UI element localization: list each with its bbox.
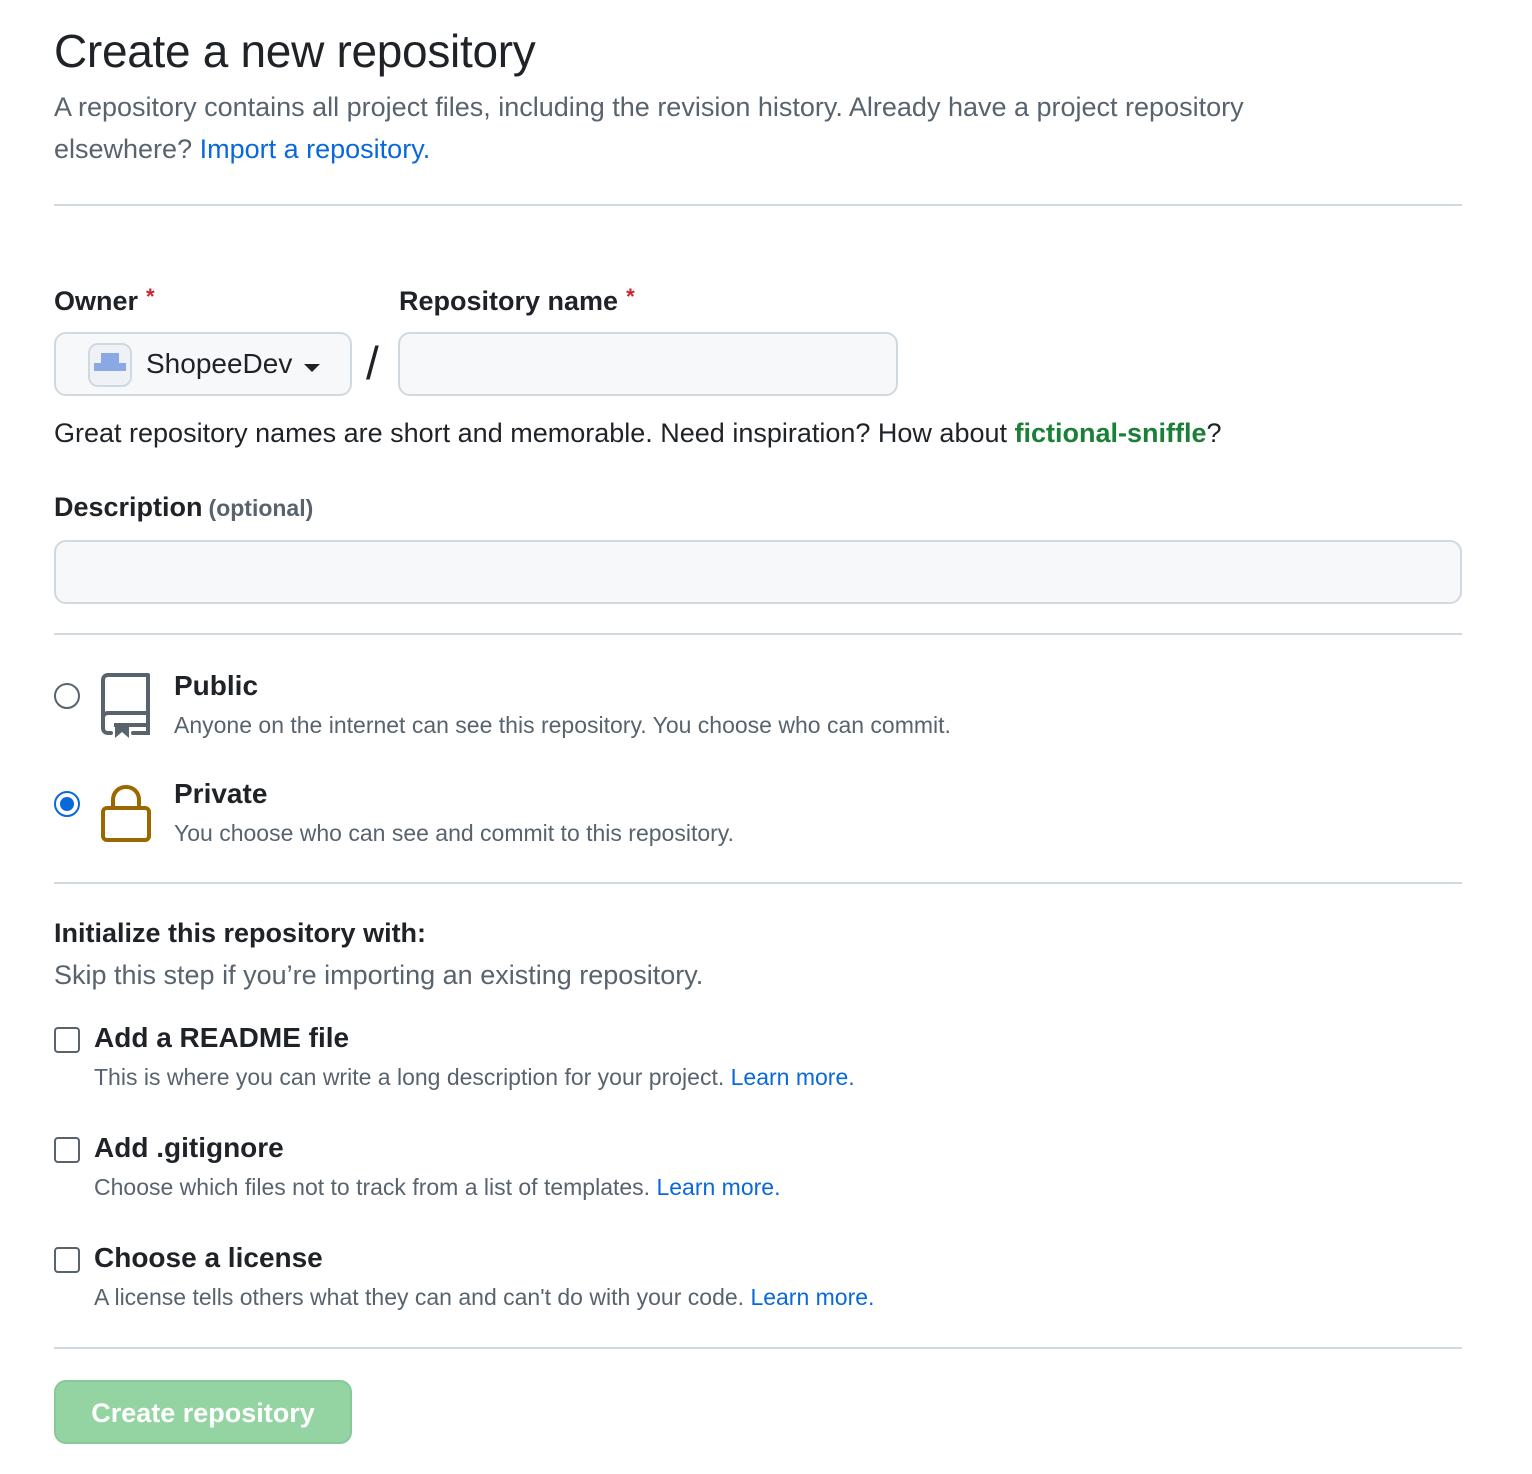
gitignore-title: Add .gitignore (94, 1132, 284, 1163)
initialize-divider (54, 1347, 1462, 1349)
owner-label: Owner * (54, 284, 155, 317)
description-divider (54, 633, 1462, 635)
license-desc: A license tells others what they can and… (94, 1284, 874, 1311)
gitignore-desc: Choose which files not to track from a l… (94, 1174, 780, 1201)
hint-suffix: ? (1206, 418, 1222, 448)
license-learn-more-link[interactable]: Learn more. (750, 1284, 874, 1310)
gitignore-checkbox[interactable] (54, 1137, 80, 1163)
license-desc-text: A license tells others what they can and… (94, 1284, 745, 1310)
visibility-divider (54, 882, 1462, 884)
initialize-title: Initialize this repository with: (54, 918, 427, 948)
create-repository-button[interactable]: Create repository (54, 1380, 352, 1444)
private-option-desc: You choose who can see and commit to thi… (174, 820, 734, 846)
owner-avatar (88, 343, 132, 387)
description-input[interactable] (54, 540, 1462, 604)
owner-dropdown[interactable]: ShopeeDev (54, 332, 352, 396)
public-option-desc: Anyone on the internet can see this repo… (174, 712, 951, 738)
readme-title: Add a README file (94, 1022, 350, 1053)
repo-icon (101, 673, 150, 738)
import-repository-link[interactable]: Import a repository. (200, 134, 431, 164)
license-checkbox[interactable] (54, 1247, 80, 1273)
readme-desc: This is where you can write a long descr… (94, 1064, 855, 1091)
readme-learn-more-link[interactable]: Learn more. (731, 1064, 855, 1090)
page-subtitle: A repository contains all project files,… (54, 86, 1374, 170)
repo-name-hint: Great repository names are short and mem… (54, 418, 1222, 449)
public-option-title: Public (174, 670, 259, 701)
description-label: Description (optional) (54, 492, 313, 523)
owner-selected-value: ShopeeDev (146, 348, 293, 379)
repo-name-label: Repository name * (399, 284, 635, 317)
gitignore-learn-more-link[interactable]: Learn more. (656, 1174, 780, 1200)
page-title: Create a new repository (54, 25, 536, 77)
gitignore-desc-text: Choose which files not to track from a l… (94, 1174, 651, 1200)
owner-repo-separator: / (366, 337, 379, 389)
lock-icon (101, 784, 151, 842)
public-radio[interactable] (54, 683, 80, 709)
hint-text: Great repository names are short and mem… (54, 418, 1015, 448)
private-option-title: Private (174, 778, 268, 809)
chevron-down-icon (304, 364, 320, 372)
description-label-text: Description (54, 492, 203, 522)
repo-name-input[interactable] (398, 332, 898, 396)
initialize-subtitle: Skip this step if you’re importing an ex… (54, 960, 704, 990)
readme-desc-text: This is where you can write a long descr… (94, 1064, 725, 1090)
repo-name-required-mark: * (626, 284, 635, 309)
repo-name-label-text: Repository name (399, 286, 619, 316)
owner-label-text: Owner (54, 286, 139, 316)
private-radio[interactable] (54, 791, 80, 817)
readme-checkbox[interactable] (54, 1027, 80, 1053)
name-suggestion[interactable]: fictional-sniffle (1015, 418, 1207, 448)
optional-tag: (optional) (208, 495, 314, 521)
owner-required-mark: * (146, 284, 155, 309)
license-title: Choose a license (94, 1242, 323, 1273)
header-divider (54, 204, 1462, 206)
